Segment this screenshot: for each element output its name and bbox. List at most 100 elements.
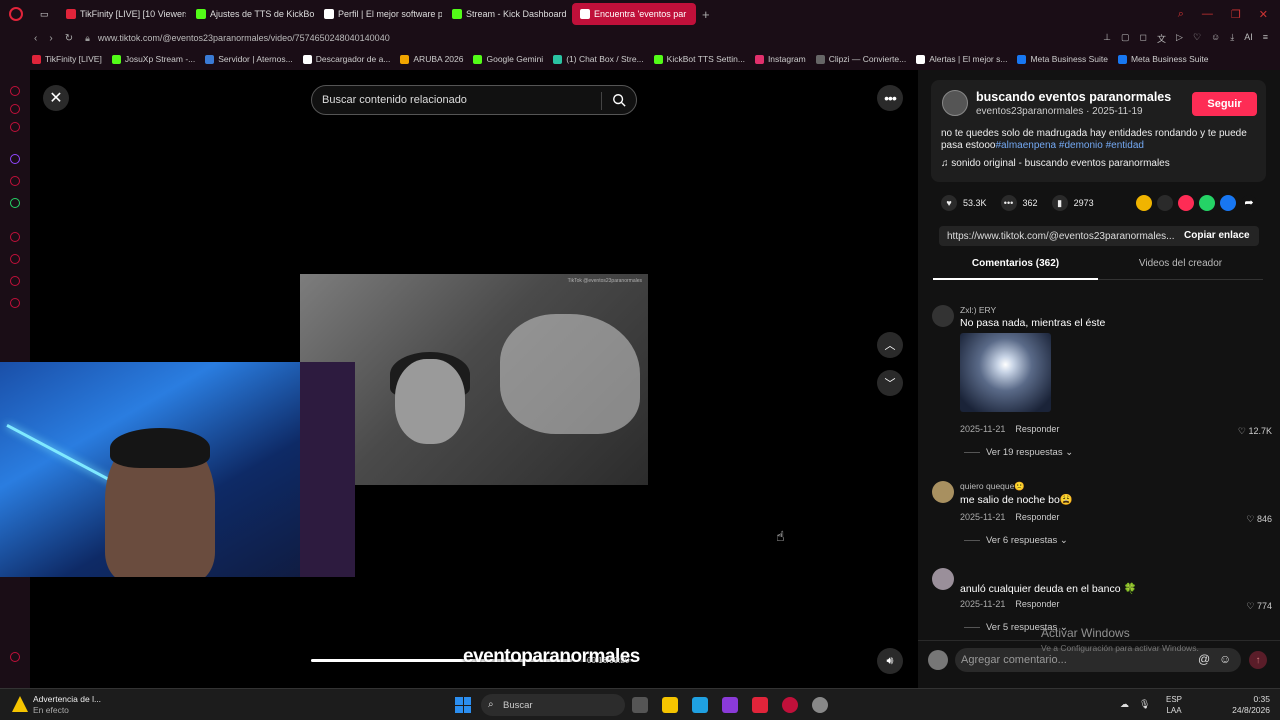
close-video-button[interactable]: ✕ bbox=[43, 85, 69, 111]
pin-icon[interactable]: ⊥ bbox=[1103, 32, 1111, 45]
bookmark-item[interactable]: ARUBA 2026 bbox=[400, 54, 463, 64]
opera-logo-icon[interactable] bbox=[0, 0, 32, 28]
share-arrow-icon[interactable]: ➦ bbox=[1241, 195, 1257, 211]
send-comment-button[interactable]: ↑ bbox=[1249, 651, 1267, 669]
snapshot-icon[interactable]: ▢ bbox=[1121, 32, 1130, 45]
bookmark-item[interactable]: KickBot TTS Settin... bbox=[653, 54, 745, 64]
warning-icon[interactable] bbox=[12, 696, 28, 712]
bookmark-item[interactable]: Servidor | Aternos... bbox=[205, 54, 293, 64]
ai-icon[interactable]: AI bbox=[1244, 32, 1253, 45]
search-icon[interactable] bbox=[612, 93, 626, 107]
tab-kickbot-tts[interactable]: Ajustes de TTS de KickBot bbox=[188, 3, 314, 25]
volume-button[interactable]: 🔊︎ bbox=[877, 648, 903, 674]
bookmark-item[interactable]: Meta Business Suite bbox=[1117, 54, 1208, 64]
related-search-input[interactable]: Buscar contenido relacionado bbox=[311, 85, 637, 115]
more-options-button[interactable]: ••• bbox=[877, 85, 903, 111]
heart-icon[interactable]: ♡ bbox=[1193, 32, 1201, 45]
taskbar-search[interactable]: Buscar bbox=[481, 694, 625, 716]
hashtag-link[interactable]: #demonio bbox=[1059, 140, 1103, 151]
aria-icon[interactable] bbox=[10, 86, 20, 96]
commenter-avatar[interactable] bbox=[932, 481, 954, 503]
minimize-button[interactable]: — bbox=[1202, 8, 1213, 21]
opera-icon[interactable] bbox=[782, 697, 798, 713]
history-icon[interactable] bbox=[10, 254, 20, 264]
instagram-icon[interactable] bbox=[10, 122, 20, 132]
download-icon[interactable]: ⤓ bbox=[1230, 32, 1234, 45]
bookmark-item[interactable]: Alertas | El mejor s... bbox=[916, 54, 1007, 64]
translate-icon[interactable]: 文 bbox=[1157, 32, 1166, 45]
close-window-button[interactable]: ✕ bbox=[1259, 8, 1268, 21]
tab-comments[interactable]: Comentarios (362) bbox=[933, 258, 1098, 280]
commenter-avatar[interactable] bbox=[932, 568, 954, 590]
comment-user[interactable]: Zxl:) ERY bbox=[960, 305, 996, 315]
author-avatar[interactable] bbox=[942, 90, 968, 116]
tab-creator-videos[interactable]: Videos del creador bbox=[1098, 258, 1263, 280]
extension-icon[interactable]: ◻ bbox=[1140, 32, 1147, 45]
bookmark-item[interactable]: TikFinity [LIVE] bbox=[32, 54, 102, 64]
back-icon[interactable]: ‹ bbox=[34, 33, 37, 44]
tab-tikfinity[interactable]: TikFinity [LIVE] [10 Viewers bbox=[58, 3, 186, 25]
follow-button[interactable]: Seguir bbox=[1192, 92, 1257, 116]
settings-icon[interactable] bbox=[10, 298, 20, 308]
start-button[interactable] bbox=[455, 697, 471, 713]
player-icon[interactable] bbox=[10, 232, 20, 242]
messenger-icon[interactable] bbox=[10, 104, 20, 114]
percent-icon[interactable] bbox=[10, 176, 20, 186]
hashtag-link[interactable]: #almaenpena bbox=[996, 140, 1057, 151]
twitch-icon[interactable] bbox=[10, 154, 20, 164]
tiktok-app-icon[interactable] bbox=[752, 697, 768, 713]
clock[interactable]: 0:35 24/8/2026 bbox=[1230, 694, 1270, 716]
bookmark-item[interactable]: Instagram bbox=[754, 54, 806, 64]
profile-icon[interactable]: ☺ bbox=[1211, 32, 1220, 45]
bookmark-item[interactable]: Google Gemini bbox=[473, 54, 543, 64]
app-icon[interactable] bbox=[722, 697, 738, 713]
language-indicator[interactable]: ESP LAA bbox=[1166, 694, 1182, 716]
app-icon[interactable] bbox=[812, 697, 828, 713]
hashtag-link[interactable]: #entidad bbox=[1106, 140, 1144, 151]
send-icon[interactable] bbox=[1178, 195, 1194, 211]
view-replies-button[interactable]: Ver 19 respuestas ⌄ bbox=[964, 447, 1073, 458]
facebook-icon[interactable] bbox=[1220, 195, 1236, 211]
music-link[interactable]: ♫ sonido original - buscando eventos par… bbox=[941, 158, 1170, 169]
comment-button[interactable]: ••• 362 bbox=[1000, 195, 1038, 211]
copy-link-button[interactable]: Copiar enlace bbox=[1184, 230, 1250, 241]
forward-icon[interactable]: › bbox=[49, 33, 52, 44]
tab-manager-icon[interactable]: ▭ bbox=[32, 3, 56, 25]
edge-icon[interactable] bbox=[692, 697, 708, 713]
whatsapp-icon[interactable] bbox=[1199, 195, 1215, 211]
menu-icon[interactable]: ≡ bbox=[1263, 32, 1268, 45]
whatsapp-icon[interactable] bbox=[10, 198, 20, 208]
save-button[interactable]: ▮ 2973 bbox=[1051, 195, 1094, 211]
reply-button[interactable]: Responder bbox=[1015, 512, 1059, 522]
url-field[interactable]: 🔒︎ www.tiktok.com/@eventos23paranormales… bbox=[85, 33, 390, 44]
previous-video-button[interactable]: ︿ bbox=[877, 332, 903, 358]
emoji-icon[interactable]: ☺ bbox=[1219, 652, 1231, 666]
bookmark-item[interactable]: Clipzi — Convierte... bbox=[815, 54, 906, 64]
comment-like[interactable]: ♡ 12.7K bbox=[1238, 426, 1272, 437]
comment-like[interactable]: ♡ 846 bbox=[1246, 514, 1272, 525]
comment-user[interactable]: quiero queque🙁 bbox=[960, 481, 1025, 492]
maximize-button[interactable]: ❐ bbox=[1231, 8, 1241, 21]
tab-tiktok-active[interactable]: Encuentra 'eventos par bbox=[572, 3, 696, 25]
reply-button[interactable]: Responder bbox=[1015, 599, 1059, 609]
view-replies-button[interactable]: Ver 6 respuestas ⌄ bbox=[964, 535, 1068, 546]
mention-icon[interactable]: @ bbox=[1198, 652, 1210, 666]
search-icon[interactable]: ⌕ bbox=[1178, 8, 1184, 21]
tab-kick-dashboard[interactable]: Stream - Kick Dashboard bbox=[444, 3, 570, 25]
mic-icon[interactable]: 🎙︎ bbox=[1139, 699, 1150, 710]
repost-icon[interactable] bbox=[1136, 195, 1152, 211]
bookmark-item[interactable]: Meta Business Suite bbox=[1017, 54, 1108, 64]
comment-image[interactable] bbox=[960, 333, 1051, 412]
file-explorer-icon[interactable] bbox=[662, 697, 678, 713]
embed-icon[interactable] bbox=[1157, 195, 1173, 211]
task-view-icon[interactable] bbox=[632, 697, 648, 713]
bookmark-item[interactable]: Descargador de a... bbox=[302, 54, 390, 64]
author-name[interactable]: buscando eventos paranormales bbox=[976, 90, 1171, 104]
new-tab-button[interactable]: + bbox=[702, 7, 710, 22]
sidebar-box-icon[interactable] bbox=[10, 652, 20, 662]
network-icon[interactable]: ☁ bbox=[1120, 699, 1129, 710]
warning-title[interactable]: Advertencia de l... bbox=[33, 694, 101, 704]
next-video-button[interactable]: ﹀ bbox=[877, 370, 903, 396]
extensions-icon[interactable] bbox=[10, 276, 20, 286]
commenter-avatar[interactable] bbox=[932, 305, 954, 327]
